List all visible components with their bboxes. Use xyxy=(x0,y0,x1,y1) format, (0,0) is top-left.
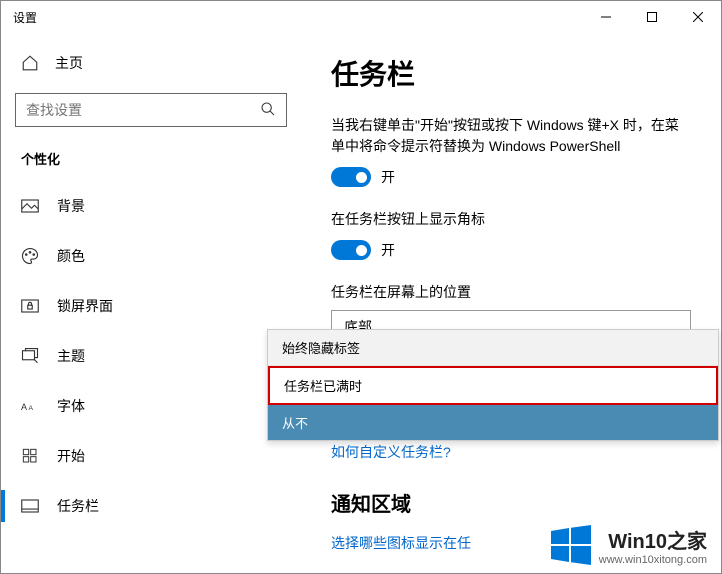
window-controls xyxy=(583,1,721,33)
nav-item-start[interactable]: 开始 xyxy=(15,434,301,478)
customize-link[interactable]: 如何自定义任务栏? xyxy=(331,442,691,462)
content: 主页 个性化 背景 颜色 锁屏界面 xyxy=(1,33,721,573)
combine-buttons-dropdown: 始终隐藏标签 任务栏已满时 从不 xyxy=(267,329,719,441)
badges-label: 在任务栏按钮上显示角标 xyxy=(331,209,691,230)
main-pane: 任务栏 当我右键单击"开始"按钮或按下 Windows 键+X 时，在菜单中将命… xyxy=(301,33,721,573)
position-label: 任务栏在屏幕上的位置 xyxy=(331,282,691,302)
nav-label: 锁屏界面 xyxy=(57,296,113,316)
watermark-text: Win10之家 www.win10xitong.com xyxy=(599,525,707,566)
badges-toggle[interactable] xyxy=(331,240,371,260)
dropdown-item[interactable]: 任务栏已满时 xyxy=(268,366,718,405)
palette-icon xyxy=(21,247,39,265)
category-heading: 个性化 xyxy=(15,143,301,178)
dropdown-item[interactable]: 从不 xyxy=(268,405,718,440)
nav-item-background[interactable]: 背景 xyxy=(15,184,301,228)
nav-label: 开始 xyxy=(57,446,85,466)
nav-item-themes[interactable]: 主题 xyxy=(15,334,301,378)
page-title: 任务栏 xyxy=(331,53,691,93)
badges-toggle-row: 开 xyxy=(331,240,691,260)
home-label: 主页 xyxy=(55,53,83,73)
windows-logo-icon xyxy=(549,523,593,567)
powershell-toggle[interactable] xyxy=(331,167,371,187)
close-button[interactable] xyxy=(675,1,721,33)
maximize-button[interactable] xyxy=(629,1,675,33)
svg-text:A: A xyxy=(29,405,34,412)
minimize-button[interactable] xyxy=(583,1,629,33)
start-icon xyxy=(21,448,39,464)
powershell-description: 当我右键单击"开始"按钮或按下 Windows 键+X 时，在菜单中将命令提示符… xyxy=(331,115,691,157)
taskbar-icon xyxy=(21,499,39,513)
search-box[interactable] xyxy=(15,93,287,127)
nav-label: 主题 xyxy=(57,346,85,366)
window-title: 设置 xyxy=(13,9,583,26)
search-icon xyxy=(260,101,276,120)
watermark: Win10之家 www.win10xitong.com xyxy=(549,523,707,567)
nav-item-colors[interactable]: 颜色 xyxy=(15,234,301,278)
notification-heading: 通知区域 xyxy=(331,488,691,517)
home-link[interactable]: 主页 xyxy=(15,43,301,83)
nav-item-lockscreen[interactable]: 锁屏界面 xyxy=(15,284,301,328)
nav-item-fonts[interactable]: AA 字体 xyxy=(15,384,301,428)
nav-label: 字体 xyxy=(57,396,85,416)
watermark-title: Win10之家 xyxy=(608,525,707,554)
dropdown-item[interactable]: 始终隐藏标签 xyxy=(268,330,718,366)
sidebar: 主页 个性化 背景 颜色 锁屏界面 xyxy=(1,33,301,573)
nav-label: 背景 xyxy=(57,196,85,216)
titlebar: 设置 xyxy=(1,1,721,33)
search-input[interactable] xyxy=(26,102,260,118)
nav-label: 颜色 xyxy=(57,246,85,266)
nav-label: 任务栏 xyxy=(57,496,99,516)
svg-text:A: A xyxy=(21,402,27,412)
picture-icon xyxy=(21,199,39,213)
toggle-label: 开 xyxy=(381,167,395,187)
home-icon xyxy=(21,54,39,72)
nav-item-taskbar[interactable]: 任务栏 xyxy=(15,484,301,528)
lock-screen-icon xyxy=(21,299,39,313)
watermark-url: www.win10xitong.com xyxy=(599,554,707,566)
toggle-label: 开 xyxy=(381,240,395,260)
powershell-toggle-row: 开 xyxy=(331,167,691,187)
font-icon: AA xyxy=(21,399,39,413)
theme-icon xyxy=(21,347,39,365)
